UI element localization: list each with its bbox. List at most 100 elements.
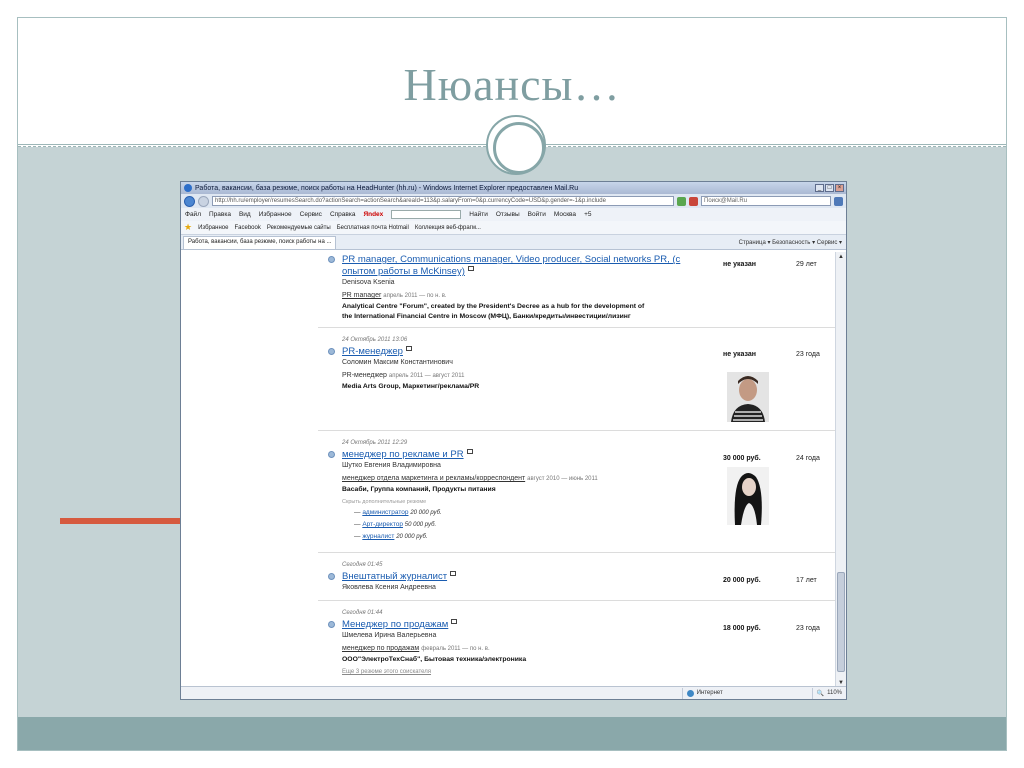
company: Васаби, Группа компаний, Продукты питани…: [342, 486, 496, 493]
favorites-button[interactable]: Избранное: [198, 225, 228, 231]
resume-date: 24 Октябрь 2011 13:06: [342, 337, 408, 343]
fav-recommended[interactable]: Рекомендуемые сайты: [267, 225, 331, 231]
list-item: Сегодня 01:45 Внештатный журналист Яковл…: [318, 553, 836, 601]
resume-title[interactable]: Внештатный журналист: [342, 571, 457, 582]
salary: 30 000 руб.: [723, 455, 761, 462]
search-input[interactable]: Поиск@Mail.Ru: [701, 196, 831, 206]
browser-window: Работа, вакансии, база резюме, поиск раб…: [180, 181, 847, 700]
resume-title[interactable]: менеджер по рекламе и PR: [342, 449, 473, 460]
resume-date: 24 Октябрь 2011 12:29: [342, 440, 408, 446]
tab-active[interactable]: Работа, вакансии, база резюме, поиск раб…: [183, 236, 337, 249]
job-period: февраль 2011 — по н. в.: [421, 646, 490, 652]
window-buttons: _ □ ×: [815, 184, 846, 192]
menu-favorites[interactable]: Избранное: [259, 211, 292, 218]
ie-icon: [184, 184, 192, 192]
company: ООО"ЭлектроТехСнаб", Бытовая техника/эле…: [342, 656, 527, 663]
menu-tools[interactable]: Сервис: [300, 211, 322, 218]
company: Analytical Centre "Forum", created by th…: [342, 303, 645, 310]
find-button[interactable]: Найти: [469, 211, 488, 218]
candidate-photo[interactable]: [727, 467, 769, 525]
resume-title-text[interactable]: менеджер по рекламе и PR: [342, 449, 464, 460]
last-job: PR manager апрель 2011 — по н. в.: [342, 292, 447, 299]
window-title: Работа, вакансии, база резюме, поиск раб…: [195, 184, 579, 192]
status-bar: Интернет 🔍 110%: [181, 686, 846, 699]
refresh-icon[interactable]: [677, 196, 686, 206]
resume-date: Сегодня 01:44: [342, 610, 383, 616]
age: 29 лет: [796, 261, 817, 268]
slide-title: Нюансы…: [403, 59, 621, 110]
job-period: апрель 2011 — по н. в.: [383, 293, 447, 299]
fav-webslices[interactable]: Коллекция веб-фрагм...: [415, 225, 481, 231]
zoom-control[interactable]: 🔍 110%: [811, 687, 846, 699]
last-position[interactable]: PR manager: [342, 292, 381, 299]
menu-file[interactable]: Файл: [185, 211, 201, 218]
resume-marker: [328, 621, 335, 628]
external-link-icon: [405, 346, 412, 351]
extra-resume-title[interactable]: Арт-директор: [362, 521, 403, 528]
last-job: менеджер по продажам февраль 2011 — по н…: [342, 645, 490, 652]
age: 23 года: [796, 625, 820, 632]
salary: не указан: [723, 261, 756, 268]
age: 23 года: [796, 351, 820, 358]
fav-hotmail[interactable]: Бесплатная почта Hotmail: [337, 225, 409, 231]
reviews-button[interactable]: Отзывы: [496, 211, 520, 218]
salary: 18 000 руб.: [723, 625, 761, 632]
resume-title-text[interactable]: PR-менеджер: [342, 346, 403, 357]
resume-title-text[interactable]: Менеджер по продажам: [342, 619, 448, 630]
temp-label: +5: [584, 211, 592, 218]
vertical-scrollbar[interactable]: ▲ ▼: [835, 252, 846, 688]
hide-extra-resumes-link[interactable]: Скрыть дополнительные резюме: [342, 499, 426, 505]
zoom-level[interactable]: 110%: [827, 690, 842, 696]
candidate-photo[interactable]: [727, 372, 769, 422]
menu-help[interactable]: Справка: [330, 211, 356, 218]
globe-icon: [686, 689, 694, 697]
login-button[interactable]: Войти: [528, 211, 546, 218]
resume-title[interactable]: PR-менеджер: [342, 346, 412, 357]
list-item: 24 Октябрь 2011 12:29 менеджер по реклам…: [318, 431, 836, 553]
last-position[interactable]: менеджер по продажам: [342, 645, 419, 652]
resume-marker: [328, 256, 335, 263]
zoom-icon: 🔍: [816, 690, 825, 697]
scroll-thumb[interactable]: [837, 572, 845, 672]
menu-view[interactable]: Вид: [239, 211, 251, 218]
resume-marker: [328, 451, 335, 458]
more-resumes-link[interactable]: Еще 3 резюме этого соискателя: [342, 669, 431, 675]
menu-bar: Файл Правка Вид Избранное Сервис Справка…: [181, 208, 846, 221]
zone-label: Интернет: [696, 690, 723, 696]
city-label: Москва: [553, 211, 577, 218]
favorites-bar: ★ Избранное Facebook Рекомендуемые сайты…: [181, 221, 846, 235]
candidate-name: Соломин Максим Константинович: [342, 359, 453, 366]
external-link-icon: [466, 449, 473, 454]
status-zone: Интернет: [681, 687, 812, 699]
candidate-name: Шмелева Ирина Валерьевна: [342, 632, 437, 639]
resume-title-cont[interactable]: опытом работы в McKinsey): [342, 266, 474, 277]
forward-button[interactable]: [198, 195, 209, 207]
circle-ornament: [486, 115, 546, 175]
last-position[interactable]: менеджер отдела маркетинга и рекламы/кор…: [342, 475, 525, 482]
last-job: PR-менеджер апрель 2011 — август 2011: [342, 372, 464, 379]
scroll-up-icon[interactable]: ▲: [837, 253, 845, 261]
menu-edit[interactable]: Правка: [209, 211, 231, 218]
search-icon[interactable]: [834, 196, 843, 206]
tab-tools[interactable]: Страница ▾ Безопасность ▾ Сервис ▾: [739, 239, 846, 249]
resume-title-text[interactable]: опытом работы в McKinsey): [342, 266, 465, 277]
last-job: менеджер отдела маркетинга и рекламы/кор…: [342, 475, 598, 482]
extra-resume-salary: 20 000 руб.: [410, 510, 442, 516]
resume-title[interactable]: PR manager, Communications manager, Vide…: [342, 254, 680, 265]
fav-facebook[interactable]: Facebook: [235, 225, 261, 231]
close-button[interactable]: ×: [835, 184, 844, 192]
resume-title-text[interactable]: Внештатный журналист: [342, 571, 447, 582]
url-input[interactable]: http://hh.ru/employer/resumesSearch.do?a…: [212, 196, 674, 206]
maximize-button[interactable]: □: [825, 184, 834, 192]
back-button[interactable]: [184, 195, 195, 207]
yandex-search-input[interactable]: [391, 210, 462, 219]
resume-title[interactable]: Менеджер по продажам: [342, 619, 458, 630]
extra-resume-title[interactable]: администратор: [362, 509, 408, 516]
stop-icon[interactable]: [689, 196, 698, 206]
browser-titlebar: Работа, вакансии, база резюме, поиск раб…: [181, 182, 846, 194]
resume-date: Сегодня 01:45: [342, 562, 383, 568]
extra-resume-title[interactable]: журналист: [362, 533, 394, 540]
minimize-button[interactable]: _: [815, 184, 824, 192]
external-link-icon: [451, 619, 458, 624]
candidate-name: Denisova Ksenia: [342, 279, 395, 286]
